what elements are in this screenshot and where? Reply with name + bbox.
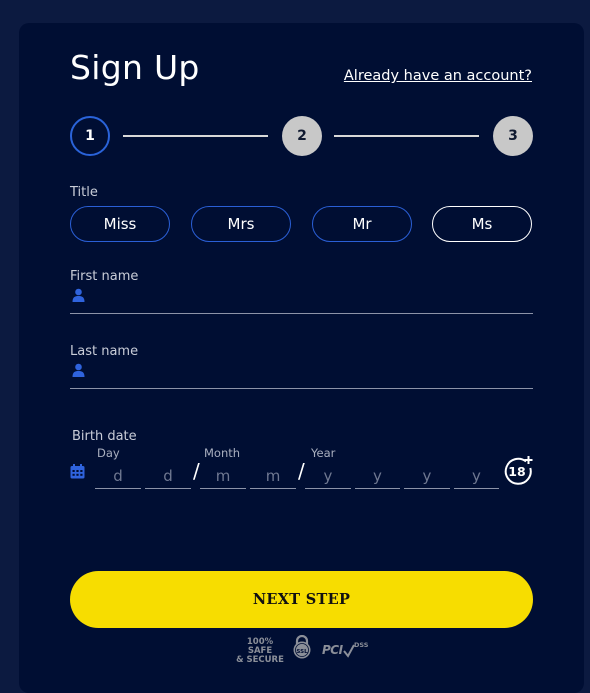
safe-badge-line1: 100% SAFE xyxy=(246,637,274,656)
pci-dss-badge: PCI DSS xyxy=(322,640,370,660)
last-name-label: Last name xyxy=(70,344,139,359)
title-option-mrs[interactable]: Mrs xyxy=(191,206,291,242)
first-name-label: First name xyxy=(70,269,139,284)
first-name-underline xyxy=(70,313,533,314)
year-digit-1-input[interactable]: y xyxy=(305,463,351,489)
next-step-button[interactable]: NEXT STEP xyxy=(70,571,533,628)
age-18-plus-icon: 18 xyxy=(504,456,533,485)
already-have-account-link[interactable]: Already have an account? xyxy=(344,67,532,85)
day-digit-1-input[interactable]: d xyxy=(95,463,141,489)
step-connector-2 xyxy=(334,135,479,137)
title-label: Title xyxy=(70,185,98,200)
last-name-input[interactable] xyxy=(92,361,532,381)
month-digit-1-input[interactable]: m xyxy=(200,463,246,489)
step-1-indicator: 1 xyxy=(70,116,110,156)
year-digit-4-input[interactable]: y xyxy=(454,463,499,489)
step-3-indicator: 3 xyxy=(493,116,533,156)
date-separator: / xyxy=(193,459,200,483)
birth-date-label: Birth date xyxy=(72,429,137,444)
dss-badge-text: DSS xyxy=(354,641,369,649)
last-name-underline xyxy=(70,388,533,389)
step-2-indicator: 2 xyxy=(282,116,322,156)
title-option-mr[interactable]: Mr xyxy=(312,206,412,242)
safe-secure-badge: 100% SAFE & SECURE xyxy=(235,638,285,665)
date-separator: / xyxy=(298,459,305,483)
month-digit-2-input[interactable]: m xyxy=(250,463,296,489)
first-name-input[interactable] xyxy=(92,286,532,306)
pci-badge-text: PCI xyxy=(322,643,343,657)
svg-text:18: 18 xyxy=(508,464,525,479)
page-title: Sign Up xyxy=(70,48,200,87)
day-label: Day xyxy=(97,446,120,460)
year-label: Year xyxy=(311,446,336,460)
safe-badge-line2: & SECURE xyxy=(236,655,284,665)
year-digit-3-input[interactable]: y xyxy=(404,463,450,489)
month-label: Month xyxy=(204,446,241,460)
user-icon xyxy=(72,363,85,377)
step-connector-1 xyxy=(123,135,268,137)
ssl-badge-text: SSL xyxy=(296,649,308,655)
title-option-ms[interactable]: Ms xyxy=(432,206,532,242)
year-digit-2-input[interactable]: y xyxy=(355,463,400,489)
day-digit-2-input[interactable]: d xyxy=(145,463,191,489)
calendar-icon xyxy=(70,464,85,479)
ssl-lock-icon xyxy=(293,635,311,659)
title-option-miss[interactable]: Miss xyxy=(70,206,170,242)
user-icon xyxy=(72,288,85,302)
